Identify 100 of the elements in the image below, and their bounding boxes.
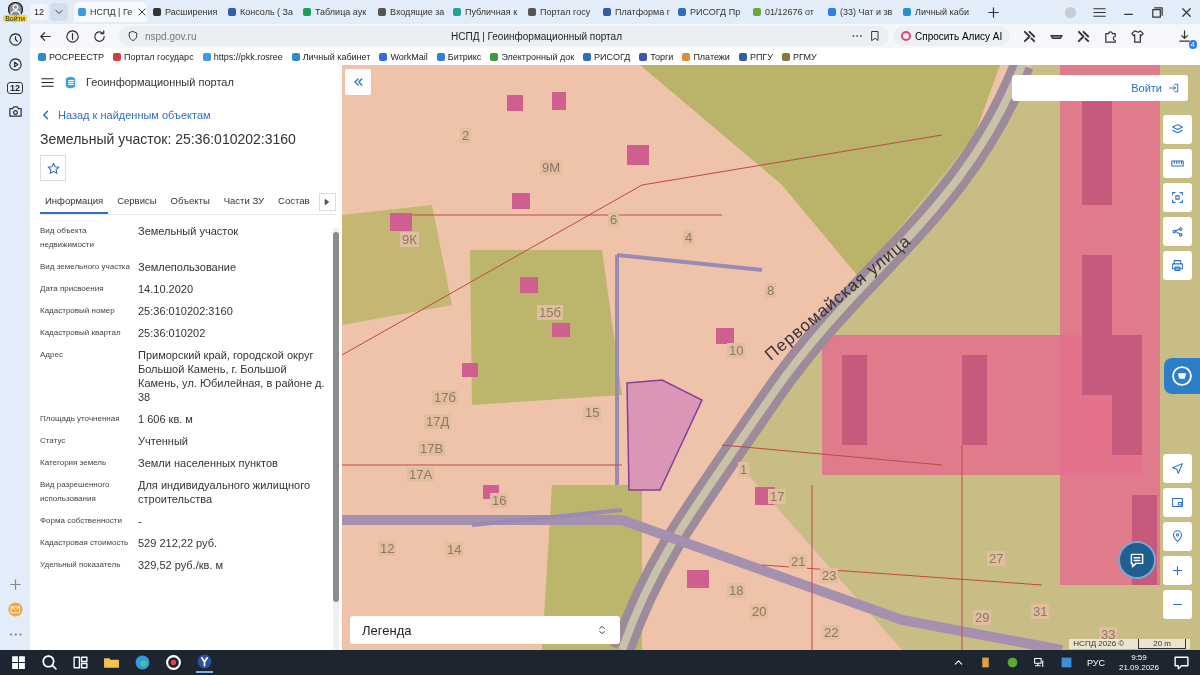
- clock-date[interactable]: 21.09.2026: [1118, 662, 1159, 673]
- ruler-button[interactable]: [1163, 149, 1192, 178]
- puzzle-icon[interactable]: [1103, 28, 1119, 44]
- star-icon[interactable]: [46, 161, 60, 175]
- bookmark[interactable]: РОСРЕЕСТР: [38, 51, 104, 62]
- info-tab[interactable]: Информация: [40, 189, 109, 214]
- target-app-icon[interactable]: [165, 654, 182, 671]
- browser-tab[interactable]: Публичная к: [449, 2, 522, 22]
- bookmark[interactable]: РИСОГД: [583, 51, 631, 62]
- feedback-side-button[interactable]: [1164, 358, 1200, 394]
- add-icon[interactable]: [7, 577, 23, 592]
- camera-icon[interactable]: [7, 104, 23, 119]
- history-icon[interactable]: [7, 32, 23, 47]
- browser-tab[interactable]: Платформа г: [599, 2, 672, 22]
- house-number-label: 17: [768, 489, 787, 504]
- tray-app-icon[interactable]: [1005, 656, 1019, 669]
- extension-icon[interactable]: [1022, 28, 1038, 44]
- bookmark[interactable]: Портал государс: [113, 51, 194, 62]
- input-language[interactable]: РУС: [1086, 657, 1105, 668]
- panel-icon[interactable]: [1171, 496, 1184, 509]
- browser-tab[interactable]: Входящие за: [374, 2, 447, 22]
- house-number-label: 10: [727, 343, 746, 358]
- zoom-in-icon[interactable]: [1171, 564, 1184, 577]
- notification-icon[interactable]: [1173, 654, 1190, 671]
- shield-icon[interactable]: [127, 30, 139, 42]
- play-icon[interactable]: [7, 57, 23, 72]
- extension-icon[interactable]: [1076, 28, 1092, 44]
- navigation-arrow-icon[interactable]: [1171, 462, 1184, 475]
- login-icon[interactable]: [1168, 82, 1180, 94]
- browser-app-icon[interactable]: [196, 652, 213, 673]
- browser-tab[interactable]: Портал госу: [524, 2, 597, 22]
- chat-icon[interactable]: [1128, 551, 1146, 569]
- bookmark[interactable]: WorkMail: [379, 51, 428, 62]
- double-chevron-left-icon[interactable]: [352, 76, 364, 88]
- print-button[interactable]: [1163, 251, 1192, 280]
- search-icon[interactable]: [41, 654, 58, 671]
- network-icon[interactable]: [1032, 656, 1046, 669]
- restore-icon[interactable]: [1150, 4, 1165, 20]
- bookmark[interactable]: РПГУ: [738, 51, 773, 62]
- ask-assistant-button[interactable]: Спросить Алису AI: [893, 26, 1011, 46]
- legend-dropdown[interactable]: Легенда: [350, 616, 620, 644]
- bookmark-icon[interactable]: [869, 30, 881, 42]
- bookmark[interactable]: Электронный док: [490, 51, 575, 62]
- house-number-label: 20: [750, 604, 769, 619]
- layers-icon[interactable]: [1171, 123, 1184, 136]
- browser-tab[interactable]: РИСОГД Пр: [674, 2, 747, 22]
- location-pin-icon[interactable]: [1171, 530, 1184, 543]
- browser-tab[interactable]: Расширения: [149, 2, 222, 22]
- info-tab[interactable]: Сервисы: [112, 189, 162, 214]
- address-field[interactable]: nspd.gov.ru НСПД | Геоинформационный портал: [119, 26, 889, 46]
- map-drawing[interactable]: [342, 65, 1200, 650]
- bookmark[interactable]: РГМУ: [781, 51, 817, 62]
- browser-tab[interactable]: Таблица аук: [299, 2, 372, 22]
- reload-icon[interactable]: [92, 28, 107, 44]
- browser-tab[interactable]: 01/12676 от: [749, 2, 822, 22]
- collapse-panel-button[interactable]: [345, 69, 371, 95]
- navigation-arrow-button[interactable]: [1163, 454, 1192, 483]
- login-button[interactable]: Войти: [1012, 75, 1188, 101]
- browser-tab[interactable]: (33) Чат и зв: [824, 2, 897, 22]
- back-link[interactable]: Назад к найденным объектам: [40, 109, 211, 121]
- browser-tab[interactable]: НСПД | Ге: [74, 2, 147, 22]
- bookmark[interactable]: Торги: [639, 51, 674, 62]
- calendar-day[interactable]: 12: [7, 82, 23, 94]
- share-button[interactable]: [1163, 217, 1192, 246]
- info-tab[interactable]: Части ЗУ: [218, 189, 270, 214]
- scrollbar[interactable]: [333, 228, 339, 650]
- share-icon[interactable]: [1171, 225, 1184, 238]
- portal-title: Геоинформационный портал: [86, 76, 234, 88]
- location-pin-button[interactable]: [1163, 522, 1192, 551]
- tab-count[interactable]: 12: [30, 4, 48, 20]
- task-view-icon[interactable]: [72, 654, 89, 671]
- circle-logo-icon[interactable]: [65, 28, 80, 44]
- clock-time[interactable]: 9:59: [1131, 652, 1147, 663]
- print-icon[interactable]: [1171, 259, 1184, 272]
- download-icon[interactable]: [1177, 28, 1192, 44]
- house-number-label: 17А: [407, 467, 435, 482]
- info-tab[interactable]: Объекты: [165, 189, 215, 214]
- up-down-icon[interactable]: [596, 624, 608, 636]
- bookmark[interactable]: Битрикс: [436, 51, 482, 62]
- tray-app-icon[interactable]: [1059, 656, 1073, 669]
- property-label: Вид земельного участка: [40, 261, 131, 273]
- bookmark[interactable]: https://pkk.rosree: [202, 51, 283, 62]
- bookmark[interactable]: Платежи: [682, 51, 730, 62]
- ruler-icon[interactable]: [1171, 157, 1184, 170]
- layers-button[interactable]: [1163, 115, 1192, 144]
- shirt-icon[interactable]: [1130, 28, 1146, 44]
- close-icon[interactable]: [136, 6, 147, 18]
- browser-circle-icon[interactable]: [134, 654, 151, 671]
- favorite-button[interactable]: [40, 155, 66, 181]
- windows-start-icon[interactable]: [10, 654, 27, 671]
- browser-tab[interactable]: Личный каби: [899, 2, 972, 22]
- new-tab-icon[interactable]: [986, 4, 1001, 20]
- property-value: 329,52 руб./кв. м: [138, 558, 225, 572]
- info-tab[interactable]: Состав: [273, 189, 315, 214]
- browser-tab[interactable]: Консоль ( За: [224, 2, 297, 22]
- emblem-icon[interactable]: [1171, 365, 1193, 387]
- bookmark[interactable]: Личный кабинет: [291, 51, 371, 62]
- area-select-button[interactable]: [1163, 183, 1192, 212]
- area-select-icon[interactable]: [1171, 191, 1184, 204]
- panel-button[interactable]: [1163, 488, 1192, 517]
